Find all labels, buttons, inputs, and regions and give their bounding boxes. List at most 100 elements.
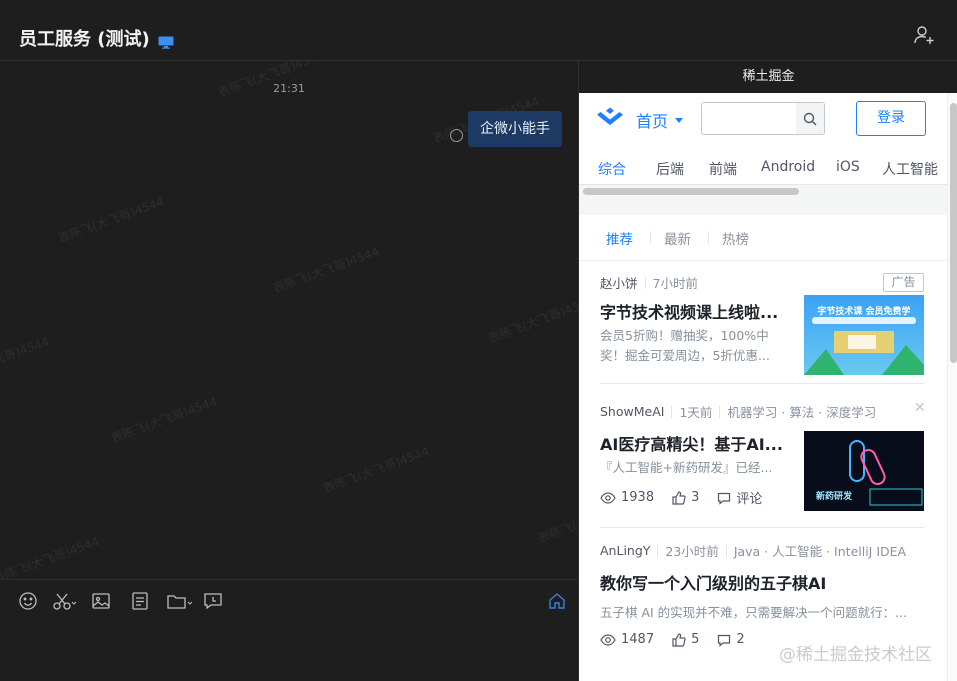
watermark: 表陈飞(大飞哥)4544 [486,294,578,346]
like-button[interactable]: 5 [672,632,699,647]
home-dropdown[interactable]: 首页 [636,108,684,132]
divider [708,231,709,244]
chat-titlebar: 员工服务 (测试) [0,0,957,61]
home-label: 首页 [636,112,669,131]
entry-abstract-line: 五子棋 AI 的实现并不难，只需要解决一个问题就行：... [600,605,908,620]
thumbnail-caption: 字节技术课 会员免费学 [817,307,911,317]
article-entry[interactable]: ShowMeAI 1天前 机器学习 · 算法 · 深度学习 ✕ AI医疗高精尖！… [579,399,947,529]
divider [644,276,646,289]
like-button[interactable]: 3 [672,490,699,505]
entry-author[interactable]: 赵小饼 [600,273,638,292]
comment-button[interactable]: 评论 [717,488,762,507]
entry-author[interactable]: ShowMeAI [600,404,664,419]
message-status-icon [450,129,463,142]
comment-icon [718,492,731,505]
entry-time: 23小时前 [665,544,719,559]
sort-tab-latest[interactable]: 最新 [664,228,691,248]
thumb-up-icon [672,490,686,505]
search-input[interactable] [702,103,796,134]
entry-thumbnail[interactable]: 新药研发 [804,431,924,511]
watermark: 表陈飞(大飞哥)4544 [536,494,578,546]
message-bubble[interactable]: 企微小能手 [468,111,562,147]
chat-title: 员工服务 (测试) [19,25,174,51]
search-icon[interactable] [796,103,824,134]
screenshot-scissors-icon[interactable] [52,590,78,612]
folder-icon[interactable] [166,590,194,612]
comment-button[interactable]: 2 [717,632,745,647]
tab-backend[interactable]: 后端 [656,159,684,179]
divider [725,544,727,557]
login-button[interactable]: 登录 [856,101,926,136]
watermark: 表陈飞(大飞哥)4544 [0,334,52,386]
entry-thumbnail[interactable]: 字节技术课 会员免费学 [804,295,924,375]
comments-count: 2 [736,632,745,647]
close-icon[interactable]: ✕ [914,400,926,416]
add-member-icon[interactable] [913,24,935,46]
vertical-scroll-thumb[interactable] [950,103,957,363]
tab-ai[interactable]: 人工智能 [882,159,938,179]
tab-frontend[interactable]: 前端 [709,159,737,179]
document-icon[interactable] [130,590,150,612]
eye-icon [600,633,616,646]
ad-badge: 广告 [883,273,924,292]
entry-abstract: 『人工智能+新药研发』已经... [600,458,772,478]
juejin-webview: 首页 登录 综合 后端 前端 Android iOS 人工智能 推荐 最新 热榜… [579,93,957,681]
divider [671,405,673,418]
entry-abstract: 五子棋 AI 的实现并不难，只需要解决一个问题就行：... [600,603,930,623]
juejin-logo-icon[interactable] [595,107,625,133]
entry-title[interactable]: AI医疗高精尖！基于AI... [600,431,800,455]
article-entry[interactable]: 赵小饼 7小时前 广告 字节技术视频课上线啦... 会员5折购！赠抽奖，100%… [579,273,947,403]
message-list[interactable]: 表陈飞(大飞哥)4544 表陈飞(大飞哥)4544 表陈飞(大飞哥)4544 表… [0,61,578,579]
watermark: 表陈飞(大飞哥)4544 [109,394,220,446]
sort-tab-hot[interactable]: 热榜 [722,228,749,248]
entry-time: 1天前 [679,405,713,420]
caret-down-icon [675,117,684,123]
entry-title[interactable]: 字节技术视频课上线啦... [600,299,800,323]
source-credit: @稀土掘金技术社区 [779,645,932,665]
search-box[interactable] [701,102,825,135]
views-stat: 1487 [600,632,654,647]
eye-icon [600,491,616,504]
watermark: 表陈飞(大飞哥)4544 [321,444,432,496]
divider [600,527,924,528]
vertical-scrollbar[interactable] [947,93,957,681]
entry-meta: ShowMeAI 1天前 机器学习 · 算法 · 深度学习 [600,402,876,421]
entry-meta: AnLingY 23小时前 Java · 人工智能 · IntelliJ IDE… [600,541,906,560]
comment-icon [718,634,731,647]
watermark: 表陈飞(大飞哥)4544 [0,534,102,579]
entry-author[interactable]: AnLingY [600,543,650,558]
thumbnail-caption: 新药研发 [816,492,853,502]
horizontal-scroll-thumb[interactable] [583,188,799,195]
views-stat: 1938 [600,490,654,505]
entry-abstract: 会员5折购！赠抽奖，100%中 奖！掘金可爱周边，5折优惠... [600,326,770,366]
image-icon[interactable] [91,590,111,612]
message-timestamp: 21:31 [273,82,305,95]
divider [600,383,924,384]
horizontal-scrollbar[interactable] [579,185,947,197]
schedule-message-icon[interactable] [203,590,223,612]
entry-tags[interactable]: 机器学习 · 算法 · 深度学习 [727,402,876,421]
entry-stats: 1487 5 2 [600,632,757,647]
divider [650,231,651,244]
divider [719,405,721,418]
entry-stats: 1938 3 评论 [600,488,774,507]
tab-comprehensive[interactable]: 综合 [598,159,626,179]
tab-android[interactable]: Android [761,159,815,175]
embedded-web-panel: 稀土掘金 首页 登录 综合 后端 前端 Android iOS 人工智能 推荐 … [578,61,957,681]
tab-ios[interactable]: iOS [836,159,860,175]
entry-abstract-line: 奖！掘金可爱周边，5折优惠... [600,348,770,363]
watermark: 表陈飞(大飞哥)4544 [56,194,167,246]
article-feed: 推荐 最新 热榜 赵小饼 7小时前 广告 字节技术视频课上线啦... 会员5折购… [579,215,947,681]
emoji-icon[interactable] [18,590,38,612]
entry-title[interactable]: 教你写一个入门级别的五子棋AI [600,570,930,594]
sort-tab-recommended[interactable]: 推荐 [606,228,633,248]
chat-title-text: 员工服务 (测试) [19,29,150,50]
panel-title: 稀土掘金 [579,61,957,93]
workbench-home-icon[interactable] [547,590,567,612]
entry-tags[interactable]: Java · 人工智能 · IntelliJ IDEA [734,541,906,560]
watermark: 表陈飞(大飞哥)4544 [271,244,382,296]
entry-abstract-line: 『人工智能+新药研发』已经... [600,460,773,475]
views-count: 1487 [621,632,655,647]
divider [657,544,659,557]
monitor-icon [158,33,174,49]
